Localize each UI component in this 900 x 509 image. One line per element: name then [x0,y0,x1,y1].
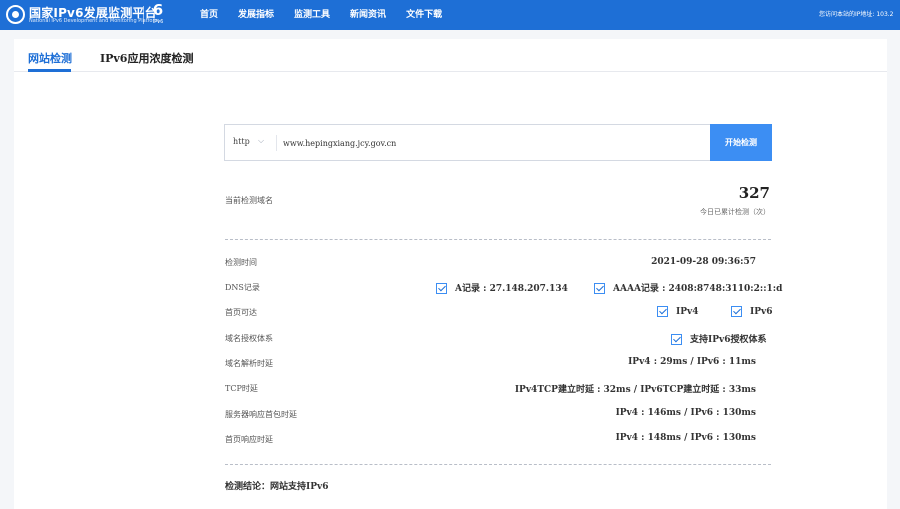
nav-downloads[interactable]: 文件下载 [406,0,442,30]
dns-aaaa-record-text: AAAA记录 : 2408:8748:3110:2::1:d [613,284,783,294]
dns-aaaa-record: AAAA记录 : 2408:8748:3110:2::1:d [594,281,782,294]
checkbox-checked-icon [436,283,447,294]
ipv6-logo-icon: 6 IPv6 [149,2,167,28]
detection-count-caption: 今日已累计检测（次） [700,208,770,216]
platform-subtitle: National IPv6 Development and Monitoring… [29,18,160,24]
url-input[interactable] [283,131,703,155]
top-navigation-bar: 国家IPv6发展监测平台 National IPv6 Development a… [0,0,900,30]
checkbox-checked-icon [594,283,605,294]
domain-auth-value: 支持IPv6授权体系 [671,332,766,345]
visitor-ip-notice: 您访问本站的IP地址: 103.2 [819,11,894,18]
detection-conclusion: 检测结论：网站支持IPv6 [225,482,329,492]
dns-record-label: DNS记录 [225,283,260,292]
tab-ipv6-app-concentration[interactable]: IPv6应用浓度检测 [100,50,193,66]
ipv6-mark-text: IPv6 [152,19,164,25]
scheme-select[interactable]: http [233,137,250,146]
nav-indicators[interactable]: 发展指标 [238,0,274,30]
brand-divider [143,6,144,24]
chevron-down-icon[interactable]: ⌵ [258,136,264,146]
section-divider-top [225,239,771,240]
search-divider [276,135,277,151]
reach-ipv4: IPv4 [657,306,698,317]
homepage-reachable-label: 首页可达 [225,308,257,317]
checkbox-checked-icon [671,334,682,345]
ipv6-six-icon: 6 [152,1,164,19]
reach-ipv6-text: IPv6 [750,307,773,317]
reach-ipv6: IPv6 [731,306,772,317]
tcp-latency-value: IPv4TCP建立时延 : 32ms / IPv6TCP建立时延 : 33ms [514,385,756,395]
domain-auth-text: 支持IPv6授权体系 [690,335,767,345]
dns-a-record: A记录 : 27.148.207.134 [436,281,568,294]
dns-resolve-latency-value: IPv4 : 29ms / IPv6 : 11ms [628,357,756,367]
dns-a-record-text: A记录 : 27.148.207.134 [455,284,568,294]
homepage-response-label: 首页响应时延 [225,435,273,444]
nav-monitor-tools[interactable]: 监测工具 [294,0,330,30]
server-first-packet-value: IPv4 : 146ms / IPv6 : 130ms [615,408,756,418]
platform-logo-icon[interactable] [6,5,25,24]
checkbox-checked-icon [731,306,742,317]
tcp-latency-label: TCP时延 [225,384,258,393]
active-tab-indicator [28,69,71,72]
homepage-response-value: IPv4 : 148ms / IPv6 : 130ms [615,433,756,443]
dns-resolve-latency-label: 域名解析时延 [225,359,273,368]
server-first-packet-label: 服务器响应首包时延 [225,410,297,419]
domain-auth-label: 域名授权体系 [225,334,273,343]
section-divider-bottom [225,464,771,465]
checkbox-checked-icon [657,306,668,317]
detect-time-value: 2021-09-28 09:36:57 [651,257,756,267]
main-nav: 首页 发展指标 监测工具 新闻资讯 文件下载 [200,0,462,30]
detection-count: 327 [738,184,770,202]
start-detection-button[interactable]: 开始检测 [710,124,772,161]
nav-home[interactable]: 首页 [200,0,218,30]
search-bar: http ⌵ 开始检测 [224,124,772,161]
tab-website-detection[interactable]: 网站检测 [28,50,72,66]
tab-bar: 网站检测 IPv6应用浓度检测 [14,39,887,72]
detect-time-label: 检测时间 [225,258,257,267]
reach-ipv4-text: IPv4 [676,307,699,317]
nav-news[interactable]: 新闻资讯 [350,0,386,30]
current-domain-label: 当前检测域名 [225,196,273,205]
detection-card: 网站检测 IPv6应用浓度检测 http ⌵ 开始检测 当前检测域名 327 今… [14,39,887,509]
